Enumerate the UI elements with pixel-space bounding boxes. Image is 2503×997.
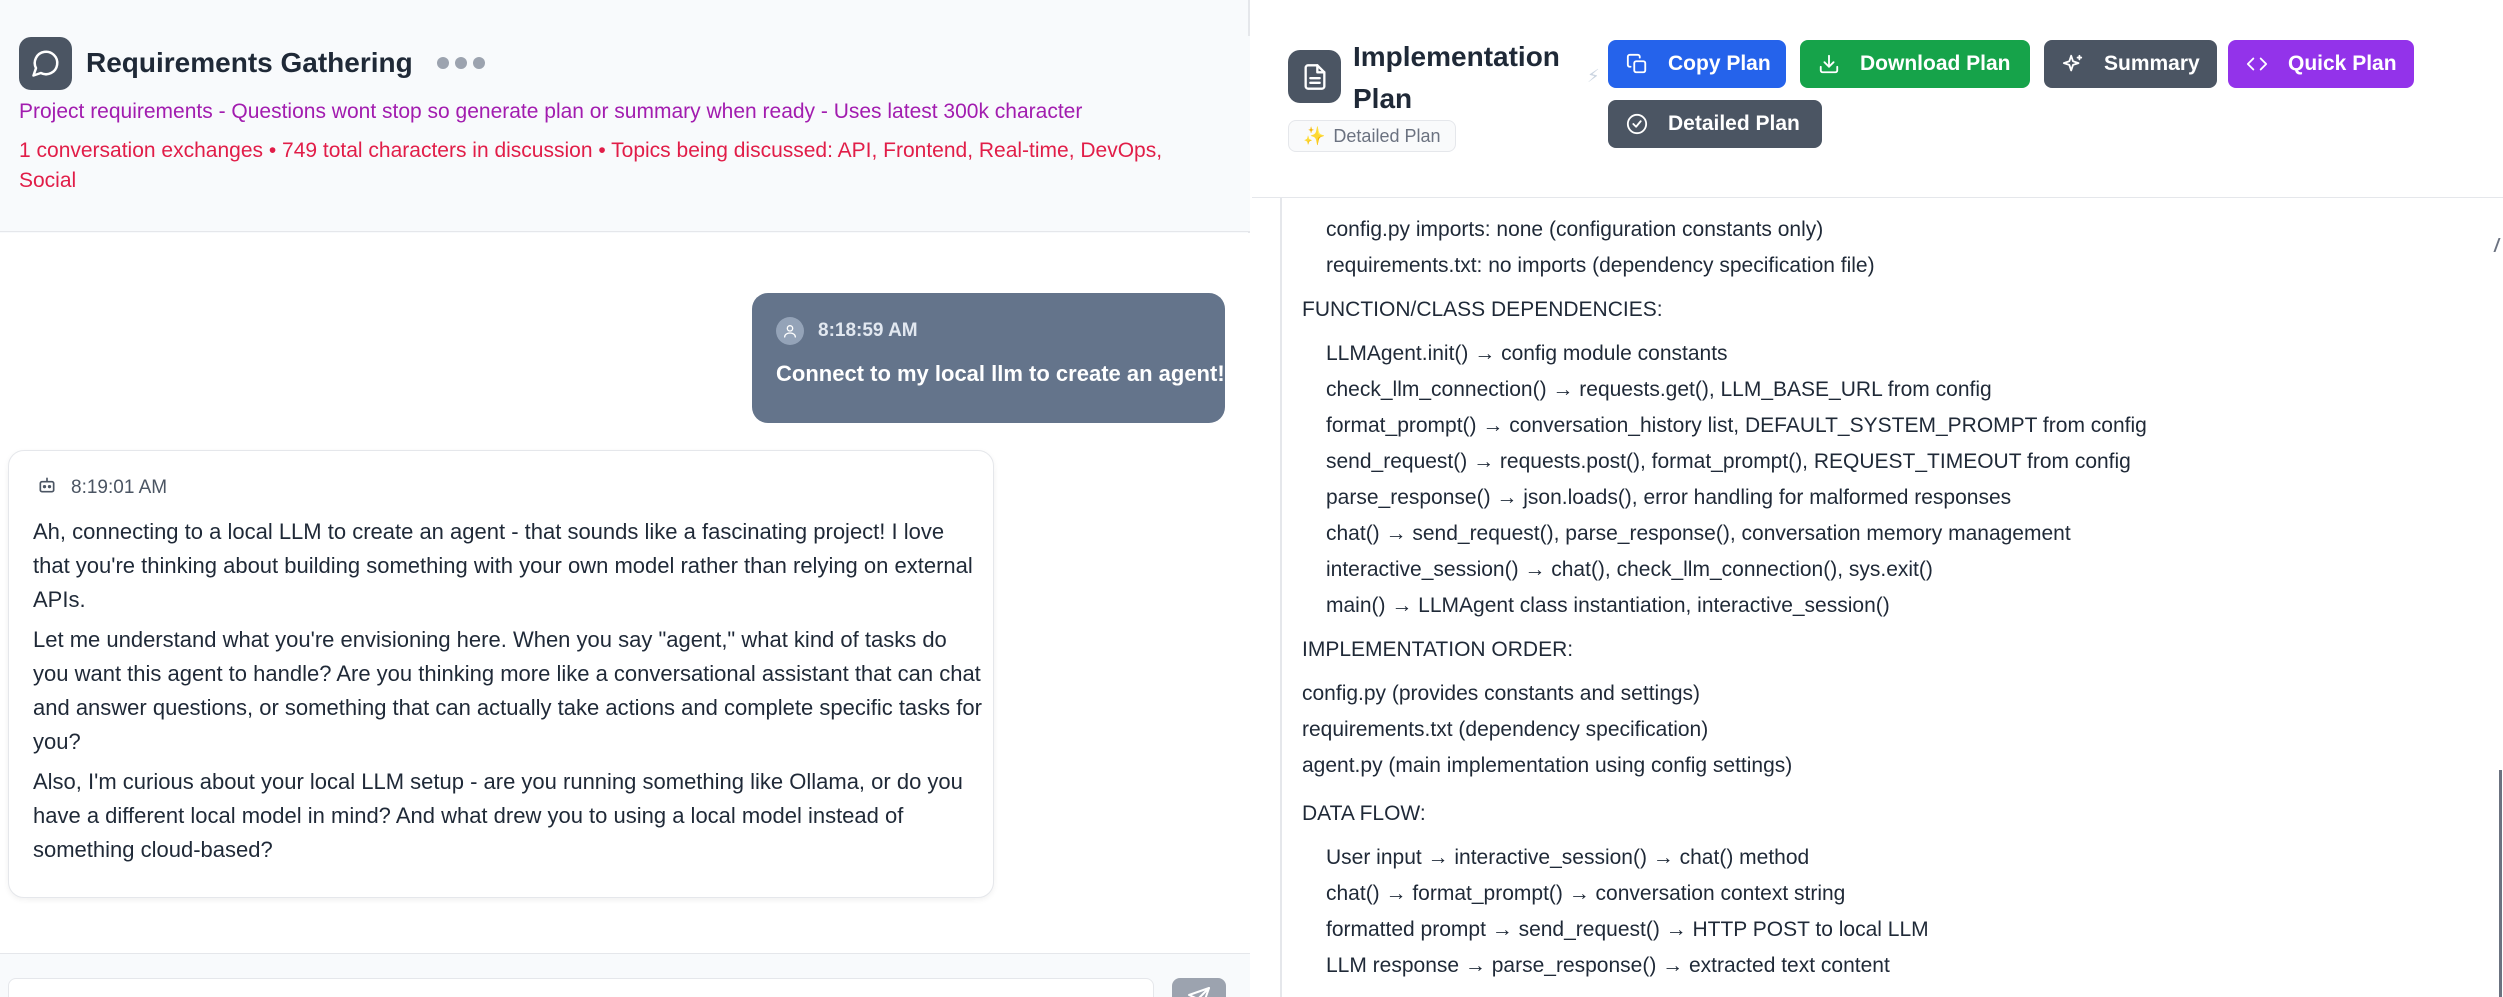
chat-bubble-icon [19,36,72,90]
code-icon [2244,51,2270,77]
send-button[interactable] [1172,978,1226,997]
copy-plan-label: Copy Plan [1668,52,1771,75]
chat-title: Requirements Gathering [86,47,413,78]
plan-line: config.py (provides constants and settin… [1302,682,1701,705]
plan-section-heading: IMPLEMENTATION ORDER: [1302,638,1574,661]
plan-line: LLM response → parse_response() → extrac… [1326,954,1890,977]
conversation-stats: 1 conversation exchanges • 749 total cha… [19,139,1163,192]
user-message-time: 8:18:59 AM [818,320,918,341]
plan-line: format_prompt() → conversation_history l… [1326,414,2147,437]
assistant-paragraph: Also, I'm curious about your local LLM s… [33,769,963,862]
plan-line: interactive_session() → chat(), check_ll… [1326,558,1933,581]
plan-line: User input → interactive_session() → cha… [1326,846,1810,869]
message-input[interactable] [8,978,1154,997]
detailed-plan-label: Detailed Plan [1668,112,1800,135]
plan-line: LLMAgent.init() → config module constant… [1326,342,1728,365]
summary-label: Summary [2104,52,2200,75]
plan-line: agent.py (main implementation using conf… [1302,754,1793,777]
scrollbar[interactable] [2499,770,2502,997]
plan-line: check_llm_connection() → requests.get(),… [1326,378,1992,401]
plan-line: parse_response() → json.loads(), error h… [1326,486,2012,509]
chat-subtitle: Project requirements - Questions wont st… [19,100,1083,123]
requirements-panel: Requirements Gathering Project requireme… [0,0,1250,997]
plan-line: requirements.txt: no imports (dependency… [1326,254,1875,277]
quick-plan-button[interactable]: Quick Plan [2228,40,2414,88]
plan-line: main() → LLMAgent class instantiation, i… [1326,594,1890,617]
user-icon [776,317,804,345]
plan-section-heading: DATA FLOW: [1302,802,1426,825]
assistant-message-time: 8:19:01 AM [71,476,168,498]
plan-section-heading: FUNCTION/CLASS DEPENDENCIES: [1302,298,1663,321]
plan-content[interactable]: config.py imports: none (configuration c… [1280,198,2473,997]
implementation-plan-panel: Implementation Plan ⚡ ✨ Detailed Plan Co… [1252,0,2503,997]
assistant-message-text: Ah, connecting to a local LLM to create … [33,515,983,873]
copy-plan-button[interactable]: Copy Plan [1608,40,1786,88]
plan-line: chat() → send_request(), parse_response(… [1326,522,2071,545]
assistant-paragraph: Ah, connecting to a local LLM to create … [33,519,973,612]
download-plan-button[interactable]: Download Plan [1800,40,2030,88]
sparkles-icon [2060,51,2086,77]
assistant-paragraph: Let me understand what you're envisionin… [33,627,982,754]
plan-header: Implementation Plan ⚡ ✨ Detailed Plan Co… [1252,0,2503,198]
plan-title: Implementation Plan [1353,41,1560,114]
sparkle-icon: ✨ [1303,125,1326,146]
chat-title-row: Requirements Gathering [19,36,485,90]
document-icon [1288,50,1341,103]
download-icon [1816,51,1842,77]
check-circle-icon [1624,111,1650,137]
plan-mode-label: Detailed Plan [1333,125,1441,146]
copy-icon [1624,51,1650,77]
user-message-text: Connect to my local llm to create an age… [776,361,1225,386]
scrollbar-arrow-icon[interactable] [2493,238,2503,252]
download-plan-label: Download Plan [1860,52,2011,75]
chat-header: Requirements Gathering Project requireme… [0,36,1250,232]
quick-plan-label: Quick Plan [2288,52,2397,75]
user-message-meta: 8:18:59 AM [776,317,918,345]
plan-line: formatted prompt → send_request() → HTTP… [1326,918,1929,941]
assistant-message: 8:19:01 AM Ah, connecting to a local LLM… [8,450,994,898]
user-message: 8:18:59 AM Connect to my local llm to cr… [752,293,1225,423]
plan-line: chat() → format_prompt() → conversation … [1326,882,1846,905]
bolt-icon: ⚡ [1587,66,1600,86]
plan-mode-chip: ✨ Detailed Plan [1288,120,1456,152]
plan-line: config.py imports: none (configuration c… [1326,218,1824,241]
assistant-message-meta: 8:19:01 AM [37,475,167,500]
summary-button[interactable]: Summary [2044,40,2217,88]
plan-line: requirements.txt (dependency specificati… [1302,718,1709,741]
bot-icon [37,475,57,500]
more-dots-icon[interactable] [436,57,485,69]
composer [0,953,1250,997]
detailed-plan-button[interactable]: Detailed Plan [1608,100,1822,148]
plan-line: send_request() → requests.post(), format… [1326,450,2131,473]
send-icon [1187,986,1211,997]
